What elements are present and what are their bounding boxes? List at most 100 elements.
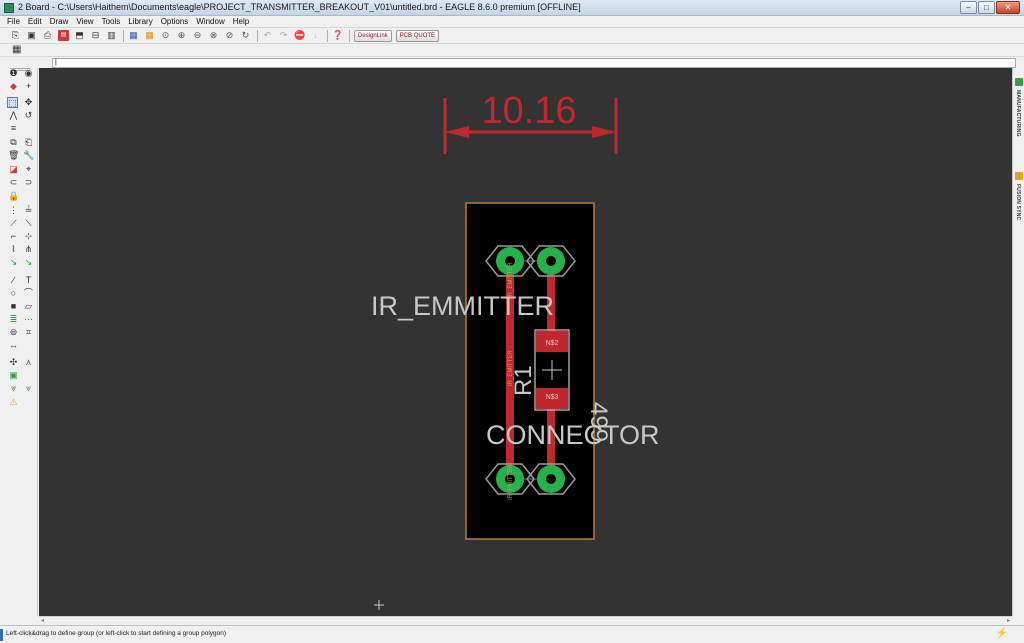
warning-icon[interactable]: ⚠ — [8, 397, 19, 408]
board-drawing[interactable]: 10.16 IR_EMITTER IR_EMITTER IR_EMITTER N… — [39, 68, 1012, 616]
redo-icon[interactable]: ↷ — [278, 30, 289, 41]
group-select-icon[interactable]: ⬚ — [7, 97, 18, 108]
mirror-icon[interactable]: ⋀ — [8, 110, 19, 121]
zoom-out-icon[interactable]: ⊖ — [192, 30, 203, 41]
menu-bar: File Edit Draw View Tools Library Option… — [0, 16, 1024, 27]
hole-icon[interactable]: ⊜ — [8, 327, 19, 338]
errors-icon[interactable]: ⩔ — [23, 383, 34, 394]
change-icon[interactable]: 🔧 — [23, 150, 34, 161]
scroll-right-icon[interactable]: ▸ — [1007, 617, 1010, 625]
miter-icon[interactable]: ⟋ — [8, 218, 19, 229]
menu-file[interactable]: File — [7, 16, 20, 27]
layers-icon[interactable]: ◆ — [8, 81, 19, 92]
command-toolbar: ❶ ◉ ◆ + ⬚ ✥ ⋀ ↺ ≡ ⧉ ⎗ 🗑 🔧 ◪ ⌖ ⊂ ⊃ 🔒 ⋮ ≟ … — [0, 68, 38, 616]
replace-icon[interactable]: ◪ — [8, 164, 19, 175]
cam-icon[interactable]: ▤ — [58, 30, 69, 41]
copy-icon[interactable]: ⧉ — [8, 137, 19, 148]
board-schematic-switch-icon[interactable]: ⬒ — [74, 30, 85, 41]
mark-icon[interactable]: + — [23, 81, 34, 92]
open-icon[interactable]: ⎘ — [10, 30, 21, 41]
toolbar-separator — [349, 29, 350, 42]
zoom-fit-icon[interactable]: ⊙ — [160, 30, 171, 41]
info-icon[interactable]: ❶ — [8, 68, 19, 79]
script-icon[interactable]: ▥ — [106, 30, 117, 41]
design-link-button[interactable]: DesignLink — [354, 29, 392, 42]
menu-view[interactable]: View — [76, 16, 93, 27]
board-canvas[interactable]: 10.16 IR_EMITTER IR_EMITTER IR_EMITTER N… — [39, 68, 1012, 616]
stop-icon[interactable]: ⛔ — [294, 30, 305, 41]
via-icon[interactable]: ≣ — [8, 314, 19, 325]
undo-icon[interactable]: ↶ — [262, 30, 273, 41]
erc-icon[interactable]: ⩔ — [8, 383, 19, 394]
command-line-input[interactable]: | — [52, 58, 1016, 68]
help-icon[interactable]: ❓ — [332, 30, 343, 41]
menu-options[interactable]: Options — [161, 16, 189, 27]
circle-icon[interactable]: ○ — [8, 288, 19, 299]
lock-part-icon[interactable]: ⌖ — [23, 164, 34, 175]
move-icon[interactable]: ✥ — [23, 97, 34, 108]
horizontal-scrollbar[interactable]: ◂ ▸ — [39, 616, 1012, 625]
menu-tools[interactable]: Tools — [102, 16, 121, 27]
import-icon[interactable]: ▦ — [144, 30, 155, 41]
right-side-panel: MANUFACTURING FUSION SYNC — [1012, 68, 1024, 616]
menu-help[interactable]: Help — [233, 16, 249, 27]
zoom-select-icon[interactable]: ⊗ — [208, 30, 219, 41]
rotate-icon[interactable]: ↺ — [23, 110, 34, 121]
align-icon[interactable]: ≡ — [8, 123, 19, 134]
pcb-quote-button[interactable]: PCB QUOTE — [395, 29, 440, 42]
drc-icon[interactable]: ▣ — [8, 370, 19, 381]
value-icon[interactable]: ⊃ — [23, 177, 34, 188]
pad-label-top: N$2 — [546, 340, 559, 347]
menu-library[interactable]: Library — [128, 16, 152, 27]
name-icon[interactable]: ⊂ — [8, 177, 19, 188]
signal-icon[interactable]: ⋯ — [23, 314, 34, 325]
menu-edit[interactable]: Edit — [28, 16, 42, 27]
dimension-label: 10.16 — [481, 90, 576, 132]
minimize-button[interactable]: – — [960, 1, 977, 14]
menu-window[interactable]: Window — [196, 16, 224, 27]
dimension-measure[interactable]: 10.16 — [443, 90, 618, 154]
print-icon[interactable]: ⎙ — [42, 30, 53, 41]
dimension-arrow-right — [592, 126, 616, 138]
paste-icon[interactable]: ⎗ — [23, 137, 34, 148]
auto-icon[interactable]: ⋏ — [23, 357, 34, 368]
lock-icon[interactable]: 🔒 — [8, 191, 19, 202]
slice-icon[interactable]: ⟍ — [23, 218, 34, 229]
menu-draw[interactable]: Draw — [50, 16, 69, 27]
wire-icon[interactable]: ∕ — [8, 275, 19, 286]
go-icon[interactable]: ↓ — [310, 30, 321, 41]
fanout-icon[interactable]: ⋔ — [23, 244, 34, 255]
arc-icon[interactable]: ⌒ — [23, 288, 34, 299]
toolbar-separator — [257, 29, 258, 42]
use-library-icon[interactable]: ⊟ — [90, 30, 101, 41]
ir-emmitter-label[interactable]: IR_EMMITTER — [371, 291, 554, 321]
polygon-icon[interactable]: ▱ — [23, 301, 34, 312]
delete-icon[interactable]: 🗑 — [8, 150, 19, 161]
connector-label[interactable]: CONNECTOR — [486, 420, 660, 450]
ripup-icon[interactable]: ↘ — [8, 257, 19, 268]
route-icon[interactable]: ⌇ — [8, 244, 19, 255]
attribute-icon[interactable]: ⌗ — [23, 327, 34, 338]
rectangle-icon[interactable]: ■ — [8, 301, 19, 312]
save-icon[interactable]: ▣ — [26, 30, 37, 41]
split-icon[interactable]: ≟ — [23, 205, 34, 216]
grid-icon[interactable]: ▦ — [12, 45, 22, 55]
redraw-icon[interactable]: ↻ — [240, 30, 251, 41]
show-icon[interactable]: ◉ — [23, 68, 34, 79]
run-ulp-icon[interactable]: ▦ — [128, 30, 139, 41]
window-controls: – □ ✕ — [960, 1, 1020, 14]
autoroute-icon[interactable]: ↘ — [23, 257, 34, 268]
pad-label-bottom: N$3 — [546, 394, 559, 401]
scroll-left-icon[interactable]: ◂ — [41, 617, 44, 625]
lightning-icon[interactable]: ⚡ — [996, 628, 1008, 639]
text-icon[interactable]: T — [23, 275, 34, 286]
zoom-previous-icon[interactable]: ⊘ — [224, 30, 235, 41]
smash-icon[interactable]: ⋮ — [8, 205, 19, 216]
optimize-icon[interactable]: ⌐ — [8, 231, 19, 242]
dimension-icon[interactable]: ↔ — [8, 340, 19, 351]
meander-icon[interactable]: ⊹ — [23, 231, 34, 242]
close-button[interactable]: ✕ — [996, 1, 1020, 14]
maximize-button[interactable]: □ — [978, 1, 995, 14]
zoom-in-icon[interactable]: ⊕ — [176, 30, 187, 41]
ratsnest-icon[interactable]: ✣ — [8, 357, 19, 368]
